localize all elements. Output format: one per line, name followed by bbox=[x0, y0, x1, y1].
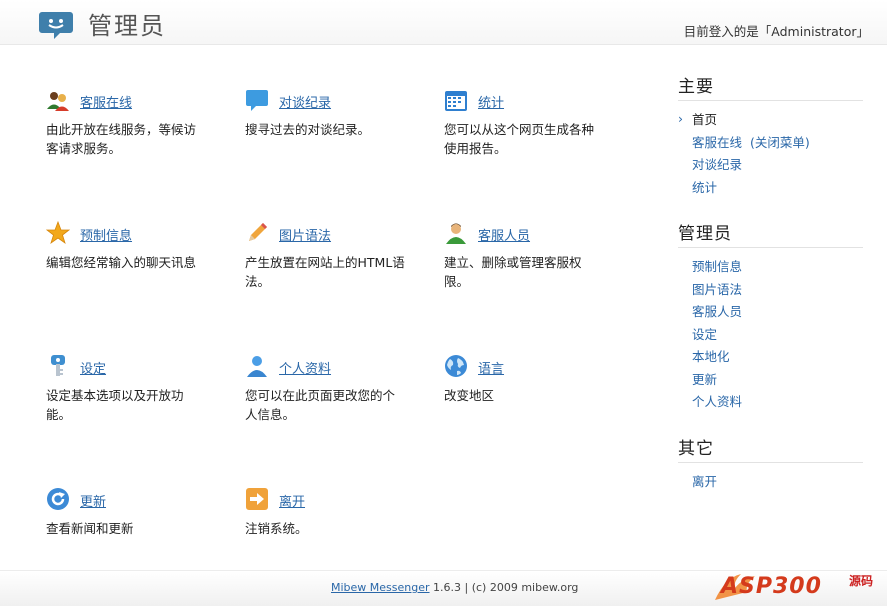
profile-icon bbox=[247, 356, 267, 377]
sidebar-item-localization[interactable]: 本地化 bbox=[692, 346, 863, 369]
pencil-icon bbox=[249, 223, 267, 241]
sidebar-item-statistics[interactable]: 统计 bbox=[692, 177, 863, 200]
desc-locale: 改变地区 bbox=[444, 388, 495, 403]
sidebar-item-settings[interactable]: 设定 bbox=[692, 324, 863, 347]
sidebar-item-online-row: 客服在线 (关闭菜单) bbox=[692, 132, 863, 155]
page-header: 管理员 目前登入的是「Administrator」 bbox=[0, 0, 887, 45]
sidebar: 主要 首页 客服在线 (关闭菜单) 对谈纪录 统计 管理员 预制信息 图片语法 客… bbox=[678, 72, 863, 513]
footer-text: Mibew Messenger 1.6.3 | (c) 2009 mibew.o… bbox=[331, 581, 578, 594]
link-logout[interactable]: 离开 bbox=[279, 491, 305, 510]
desc-history: 搜寻过去的对谈纪录。 bbox=[245, 122, 371, 137]
watermark-cn: 源码 bbox=[849, 574, 874, 588]
sidebar-item-home[interactable]: 首页 bbox=[678, 108, 863, 132]
sidebar-item-online[interactable]: 客服在线 bbox=[692, 135, 742, 150]
login-status: 目前登入的是「Administrator」 bbox=[683, 24, 869, 39]
desc-button-code: 产生放置在网站上的HTML语法。 bbox=[245, 255, 405, 289]
sidebar-section-title-admin: 管理员 bbox=[678, 219, 863, 248]
link-updates[interactable]: 更新 bbox=[80, 491, 106, 510]
page-title: 管理员 bbox=[88, 12, 166, 40]
page-footer: Mibew Messenger 1.6.3 | (c) 2009 mibew.o… bbox=[0, 570, 887, 606]
refresh-icon bbox=[47, 488, 69, 510]
link-locale[interactable]: 语言 bbox=[478, 358, 504, 377]
sidebar-item-canned[interactable]: 预制信息 bbox=[692, 256, 863, 279]
desc-operators: 建立、删除或管理客服权限。 bbox=[444, 255, 582, 289]
desc-updates: 查看新闻和更新 bbox=[46, 521, 134, 536]
desc-statistics: 您可以从这个网页生成各种使用报告。 bbox=[444, 122, 595, 156]
sidebar-item-updates[interactable]: 更新 bbox=[692, 369, 863, 392]
desc-logout: 注销系统。 bbox=[245, 521, 308, 536]
operators-online-icon bbox=[47, 92, 69, 111]
globe-icon bbox=[445, 355, 467, 377]
sidebar-section-title-main: 主要 bbox=[678, 72, 863, 101]
sidebar-other-list: 离开 bbox=[678, 471, 863, 494]
sidebar-admin-list: 预制信息 图片语法 客服人员 设定 本地化 更新 个人资料 bbox=[678, 256, 863, 414]
link-operators[interactable]: 客服人员 bbox=[478, 225, 530, 244]
link-statistics[interactable]: 统计 bbox=[478, 92, 504, 111]
watermark-logo: ASP300 源码 bbox=[711, 570, 881, 604]
user-icon bbox=[446, 223, 466, 244]
sidebar-item-profile[interactable]: 个人资料 bbox=[692, 391, 863, 414]
footer-product-link[interactable]: Mibew Messenger bbox=[331, 581, 430, 594]
link-online[interactable]: 客服在线 bbox=[80, 92, 132, 111]
watermark-text: ASP300 bbox=[721, 574, 822, 599]
calendar-icon bbox=[445, 91, 467, 111]
desc-profile: 您可以在此页面更改您的个人信息。 bbox=[245, 388, 396, 422]
link-canned[interactable]: 预制信息 bbox=[80, 225, 132, 244]
sidebar-section-title-other: 其它 bbox=[678, 434, 863, 463]
link-button-code[interactable]: 图片语法 bbox=[279, 225, 331, 244]
sidebar-main-list: 首页 客服在线 (关闭菜单) 对谈纪录 统计 bbox=[678, 108, 863, 200]
close-menu-link[interactable]: (关闭菜单) bbox=[750, 135, 810, 150]
logout-arrow-icon bbox=[246, 488, 268, 510]
sidebar-item-operators[interactable]: 客服人员 bbox=[692, 301, 863, 324]
settings-key-icon bbox=[51, 355, 65, 376]
footer-version: 1.6.3 | (c) 2009 mibew.org bbox=[433, 581, 579, 594]
chat-bubble-icon bbox=[246, 90, 268, 111]
link-profile[interactable]: 个人资料 bbox=[279, 358, 331, 377]
link-history[interactable]: 对谈纪录 bbox=[279, 92, 331, 111]
sidebar-item-history[interactable]: 对谈纪录 bbox=[692, 154, 863, 177]
sidebar-item-button-code[interactable]: 图片语法 bbox=[692, 279, 863, 302]
sidebar-item-logout[interactable]: 离开 bbox=[692, 471, 863, 494]
chat-logo-icon bbox=[39, 12, 73, 39]
desc-online: 由此开放在线服务，等候访客请求服务。 bbox=[46, 122, 197, 156]
desc-settings: 设定基本选项以及开放功能。 bbox=[46, 388, 184, 422]
desc-canned: 编辑您经常输入的聊天讯息 bbox=[46, 255, 197, 270]
link-settings[interactable]: 设定 bbox=[80, 358, 106, 377]
star-icon bbox=[46, 221, 70, 245]
